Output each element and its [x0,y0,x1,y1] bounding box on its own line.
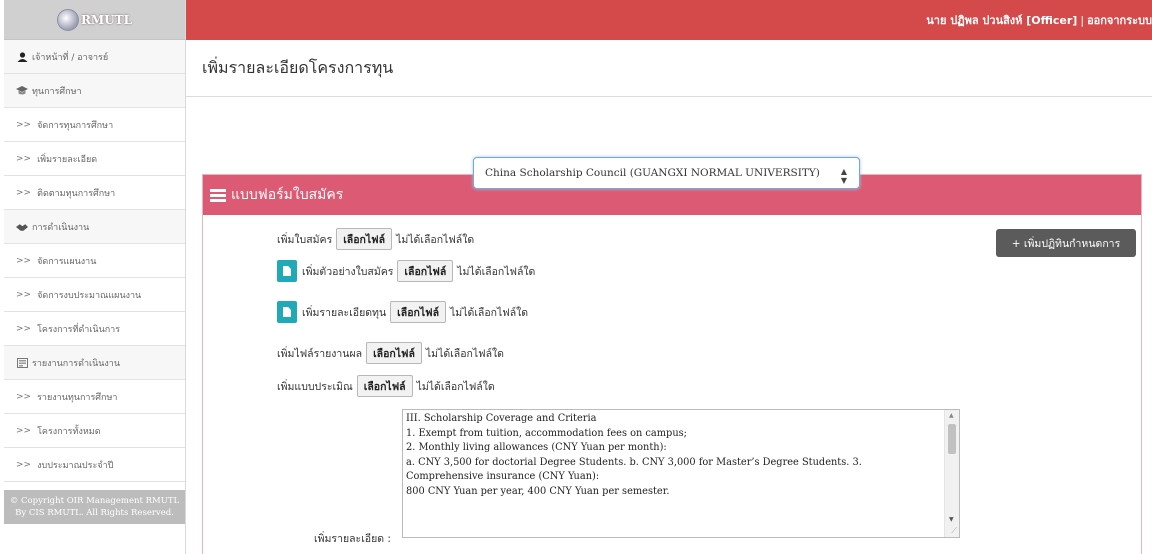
double-arrow-icon: >> [16,425,32,436]
report-icon [16,357,28,368]
sidebar-item-annual-budget[interactable]: >> งบประมาณประจำปี [4,448,185,482]
copyright-footer: © Copyright OIR Management RMUTL By CIS … [4,490,185,524]
sidebar-item-label: จัดการทุนการศึกษา [37,120,114,131]
double-arrow-icon: >> [16,459,32,470]
double-arrow-icon: >> [16,289,32,300]
scholarship-select[interactable]: China Scholarship Council (GUANGXI NORMA… [473,157,860,189]
detail-label: เพิ่มรายละเอียด : [314,533,391,545]
sidebar-item-manage-scholarship[interactable]: >> จัดการทุนการศึกษา [4,108,185,142]
sidebar-item-track-scholarship[interactable]: >> ติดตามทุนการศึกษา [4,176,185,210]
sidebar-item-label: โครงการที่ดำเนินการ [37,324,121,335]
page-header: เพิ่มรายละเอียดโครงการทุน [186,41,1152,97]
textarea-scrollbar[interactable]: ▲ ▼ [944,410,959,537]
sidebar-item-label: โครงการทั้งหมด [37,426,101,437]
graduation-icon [16,85,28,96]
sidebar-item-label: ติดตามทุนการศึกษา [37,188,116,199]
choose-file-button[interactable]: เลือกไฟล์ [356,375,413,397]
upload-label: เพิ่มแบบประเมิณ [277,380,353,393]
sidebar-item-label: งบประมาณประจำปี [37,460,114,471]
sidebar-item-manage-plan-budget[interactable]: >> จัดการงบประมาณแผนงาน [4,278,185,312]
choose-file-button[interactable]: เลือกไฟล์ [366,342,422,364]
panel-title: แบบฟอร์มใบสมัคร [231,187,344,203]
logout-link[interactable]: ออกจากระบบ [1087,14,1152,27]
sidebar-item-label: เจ้าหน้าที่ / อาจารย์ [32,52,109,63]
sidebar-item-manage-plan[interactable]: >> จัดการแผนงาน [4,244,185,278]
upload-row-report-file: เพิ่มไฟล์รายงานผล เลือกไฟล์ ไม่ได้เลือกไ… [277,342,504,364]
detail-textarea[interactable]: III. Scholarship Coverage and Criteria 1… [402,409,960,538]
no-file-text: ไม่ได้เลือกไฟล์ใด [416,380,495,393]
upload-label: เพิ่มไฟล์รายงานผล [277,347,363,360]
no-file-text: ไม่ได้เลือกไฟล์ใด [396,233,475,246]
upload-label: เพิ่มตัวอย่างใบสมัคร [302,265,394,278]
document-icon[interactable] [277,301,297,323]
scholarship-select-value: China Scholarship Council (GUANGXI NORMA… [485,167,820,179]
sidebar-item-label: เพิ่มรายละเอียด [37,154,98,165]
user-icon [16,51,28,62]
sidebar-item-add-detail[interactable]: >> เพิ่มรายละเอียด [4,142,185,176]
double-arrow-icon: >> [16,153,32,164]
sidebar-header-reports[interactable]: รายงานการดำเนินงาน [4,346,185,380]
upload-label: เพิ่มรายละเอียดทุน [302,306,387,319]
scroll-up-arrow-icon[interactable]: ▲ [949,412,954,419]
upload-row-application: เพิ่มใบสมัคร เลือกไฟล์ ไม่ได้เลือกไฟล์ใด [277,228,474,250]
resize-grip-icon[interactable]: ⟋ [951,526,957,536]
upload-row-scholarship-detail: เพิ่มรายละเอียดทุน เลือกไฟล์ ไม่ได้เลือก… [277,301,528,323]
sidebar-item-projects-in-progress[interactable]: >> โครงการที่ดำเนินการ [4,312,185,346]
user-name[interactable]: นาย ปฏิพล ปวนสิงห์ [Officer] [926,14,1077,27]
sidebar-item-scholarship-report[interactable]: >> รายงานทุนการศึกษา [4,380,185,414]
sidebar-header-operations[interactable]: การดำเนินงาน [4,210,185,244]
upload-row-sample-application: เพิ่มตัวอย่างใบสมัคร เลือกไฟล์ ไม่ได้เลื… [277,260,535,282]
select-caret-icon: ▲ ▼ [840,167,847,185]
sidebar-item-label: รายงานการดำเนินงาน [32,358,120,369]
top-bar: นาย ปฏิพล ปวนสิงห์ [Officer] | ออกจากระบบ [186,0,1152,40]
list-icon [210,188,226,202]
scroll-down-arrow-icon[interactable]: ▼ [949,516,954,523]
sidebar-item-label: จัดการงบประมาณแผนงาน [37,290,142,301]
double-arrow-icon: >> [16,391,32,402]
handshake-icon [16,222,28,232]
logo-text: RMUTL [80,12,133,27]
separator: | [1080,14,1085,27]
choose-file-button[interactable]: เลือกไฟล์ [397,260,454,282]
user-menu: นาย ปฏิพล ปวนสิงห์ [Officer] | ออกจากระบบ [926,11,1152,29]
sidebar-item-label: รายงานทุนการศึกษา [37,392,118,403]
upload-row-evaluation-form: เพิ่มแบบประเมิณ เลือกไฟล์ ไม่ได้เลือกไฟล… [277,375,495,397]
detail-text: III. Scholarship Coverage and Criteria 1… [406,413,862,497]
logo[interactable]: RMUTL [4,0,185,40]
no-file-text: ไม่ได้เลือกไฟล์ใด [457,265,536,278]
choose-file-button[interactable]: เลือกไฟล์ [336,228,393,250]
sidebar-item-label: ทุนการศึกษา [32,86,82,97]
sidebar-item-label: จัดการแผนงาน [37,256,97,267]
upload-label: เพิ่มใบสมัคร [277,233,333,246]
document-icon[interactable] [277,260,297,282]
sidebar-item-all-projects[interactable]: >> โครงการทั้งหมด [4,414,185,448]
double-arrow-icon: >> [16,323,32,334]
no-file-text: ไม่ได้เลือกไฟล์ใด [450,306,529,319]
double-arrow-icon: >> [16,187,32,198]
choose-file-button[interactable]: เลือกไฟล์ [390,301,447,323]
double-arrow-icon: >> [16,119,32,130]
sidebar-header-staff[interactable]: เจ้าหน้าที่ / อาจารย์ [4,40,185,74]
sidebar-item-label: การดำเนินงาน [32,222,90,233]
logo-emblem-icon [56,8,79,31]
add-calendar-button[interactable]: + เพิ่มปฏิทินกำหนดการ [996,229,1136,257]
page-title: เพิ่มรายละเอียดโครงการทุน [202,58,394,77]
sidebar-header-scholarship[interactable]: ทุนการศึกษา [4,74,185,108]
sidebar: RMUTL เจ้าหน้าที่ / อาจารย์ ทุนการศึกษา … [4,0,186,554]
no-file-text: ไม่ได้เลือกไฟล์ใด [425,347,504,360]
scroll-thumb[interactable] [948,424,956,454]
double-arrow-icon: >> [16,255,32,266]
